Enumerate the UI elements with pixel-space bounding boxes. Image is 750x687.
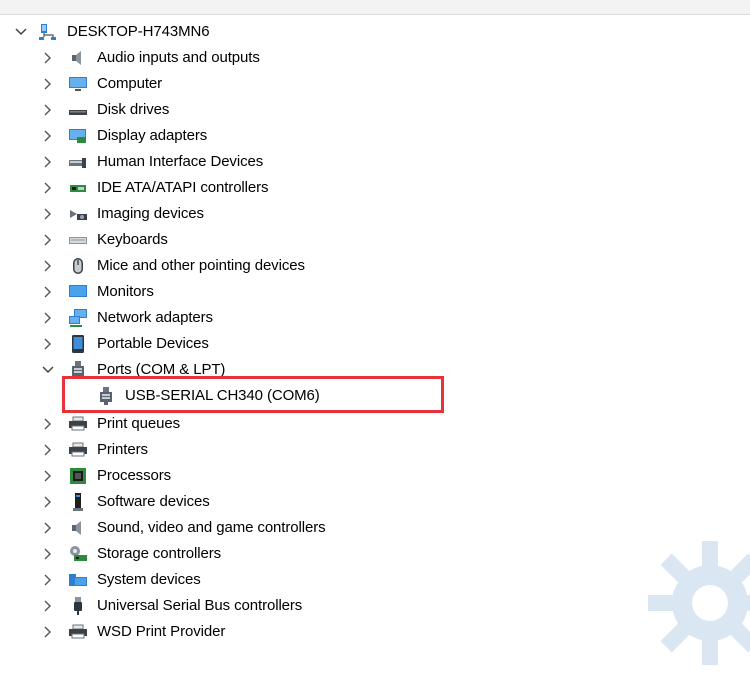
tree-item-wsd[interactable]: WSD Print Provider [0, 619, 700, 645]
chevron-right-icon[interactable] [41, 311, 55, 325]
chevron-right-icon[interactable] [41, 181, 55, 195]
chevron-right-icon[interactable] [41, 51, 55, 65]
tree-item-portable[interactable]: Portable Devices [0, 331, 700, 357]
tree-item-system[interactable]: System devices [0, 567, 700, 593]
chevron-right-icon[interactable] [41, 129, 55, 143]
chevron-down-icon[interactable] [41, 363, 55, 377]
tree-item-usb[interactable]: Universal Serial Bus controllers [0, 593, 700, 619]
tree-item-label: Display adapters [97, 127, 208, 144]
tree-item-imaging[interactable]: Imaging devices [0, 201, 700, 227]
chevron-right-icon[interactable] [41, 573, 55, 587]
tree-root-label: DESKTOP-H743MN6 [67, 23, 210, 40]
chevron-right-icon[interactable] [41, 521, 55, 535]
tree-item-sound[interactable]: Sound, video and game controllers [0, 515, 700, 541]
tree-item-label: Computer [97, 75, 163, 92]
tree-item-mice[interactable]: Mice and other pointing devices [0, 253, 700, 279]
tree-item-label: Storage controllers [97, 545, 221, 562]
highlight-box [62, 376, 444, 413]
tree-item-label: Print queues [97, 415, 181, 432]
tree-item-processors[interactable]: Processors [0, 463, 700, 489]
tree-item-label: Sound, video and game controllers [97, 519, 326, 536]
hid-icon [67, 151, 89, 173]
print-queue-icon [67, 413, 89, 435]
speaker-icon [67, 47, 89, 69]
tree-item-network[interactable]: Network adapters [0, 305, 700, 331]
tree-item-label: Printers [97, 441, 148, 458]
tree-item-label: Mice and other pointing devices [97, 257, 305, 274]
tree-item-hid[interactable]: Human Interface Devices [0, 149, 700, 175]
computer-icon [67, 73, 89, 95]
chevron-right-icon[interactable] [41, 285, 55, 299]
tree-item-computer[interactable]: Computer [0, 71, 700, 97]
tree-item-software-devices[interactable]: Software devices [0, 489, 700, 515]
tree-item-label: Portable Devices [97, 335, 209, 352]
tree-item-printers[interactable]: Printers [0, 437, 700, 463]
chevron-right-icon[interactable] [41, 469, 55, 483]
tree-root-row[interactable]: DESKTOP-H743MN6 [0, 19, 700, 45]
chevron-right-icon[interactable] [41, 495, 55, 509]
printer-icon [67, 439, 89, 461]
chevron-right-icon[interactable] [41, 625, 55, 639]
tree-item-label: Keyboards [97, 231, 168, 248]
chevron-down-icon[interactable] [14, 25, 28, 39]
camera-icon [67, 203, 89, 225]
chevron-right-icon[interactable] [41, 207, 55, 221]
tree-item-storage[interactable]: Storage controllers [0, 541, 700, 567]
disk-drive-icon [67, 99, 89, 121]
computer-network-icon [37, 21, 59, 43]
chevron-right-icon[interactable] [41, 417, 55, 431]
wsd-printer-icon [67, 621, 89, 643]
monitor-icon [67, 281, 89, 303]
tree-item-label: Processors [97, 467, 172, 484]
chevron-right-icon[interactable] [41, 233, 55, 247]
chevron-right-icon[interactable] [41, 103, 55, 117]
software-device-icon [67, 491, 89, 513]
display-adapter-icon [67, 125, 89, 147]
ide-controller-icon [67, 177, 89, 199]
tree-item-keyboards[interactable]: Keyboards [0, 227, 700, 253]
tree-item-ide[interactable]: IDE ATA/ATAPI controllers [0, 175, 700, 201]
chevron-right-icon[interactable] [41, 443, 55, 457]
tree-item-display-adapters[interactable]: Display adapters [0, 123, 700, 149]
window-top-strip [0, 0, 750, 15]
system-folder-icon [67, 569, 89, 591]
tree-item-label: Universal Serial Bus controllers [97, 597, 303, 614]
tree-item-label: Imaging devices [97, 205, 204, 222]
tree-item-audio[interactable]: Audio inputs and outputs [0, 45, 700, 71]
tree-item-monitors[interactable]: Monitors [0, 279, 700, 305]
chevron-right-icon[interactable] [41, 77, 55, 91]
chevron-right-icon[interactable] [41, 337, 55, 351]
tree-item-disk-drives[interactable]: Disk drives [0, 97, 700, 123]
tree-item-label: Disk drives [97, 101, 170, 118]
network-icon [67, 307, 89, 329]
processor-icon [67, 465, 89, 487]
tree-item-label: IDE ATA/ATAPI controllers [97, 179, 269, 196]
sound-icon [67, 517, 89, 539]
tree-item-label: WSD Print Provider [97, 623, 226, 640]
chevron-right-icon[interactable] [41, 599, 55, 613]
keyboard-icon [67, 229, 89, 251]
chevron-right-icon[interactable] [41, 547, 55, 561]
tree-item-print-queues[interactable]: Print queues [0, 411, 700, 437]
portable-device-icon [67, 333, 89, 355]
tree-item-label: System devices [97, 571, 201, 588]
tree-item-label: Human Interface Devices [97, 153, 264, 170]
mouse-icon [67, 255, 89, 277]
tree-item-label: Network adapters [97, 309, 213, 326]
storage-icon [67, 543, 89, 565]
chevron-right-icon[interactable] [41, 259, 55, 273]
chevron-right-icon[interactable] [41, 155, 55, 169]
tree-item-label: Software devices [97, 493, 210, 510]
tree-item-label: Audio inputs and outputs [97, 49, 260, 66]
tree-item-label: Monitors [97, 283, 154, 300]
usb-icon [67, 595, 89, 617]
